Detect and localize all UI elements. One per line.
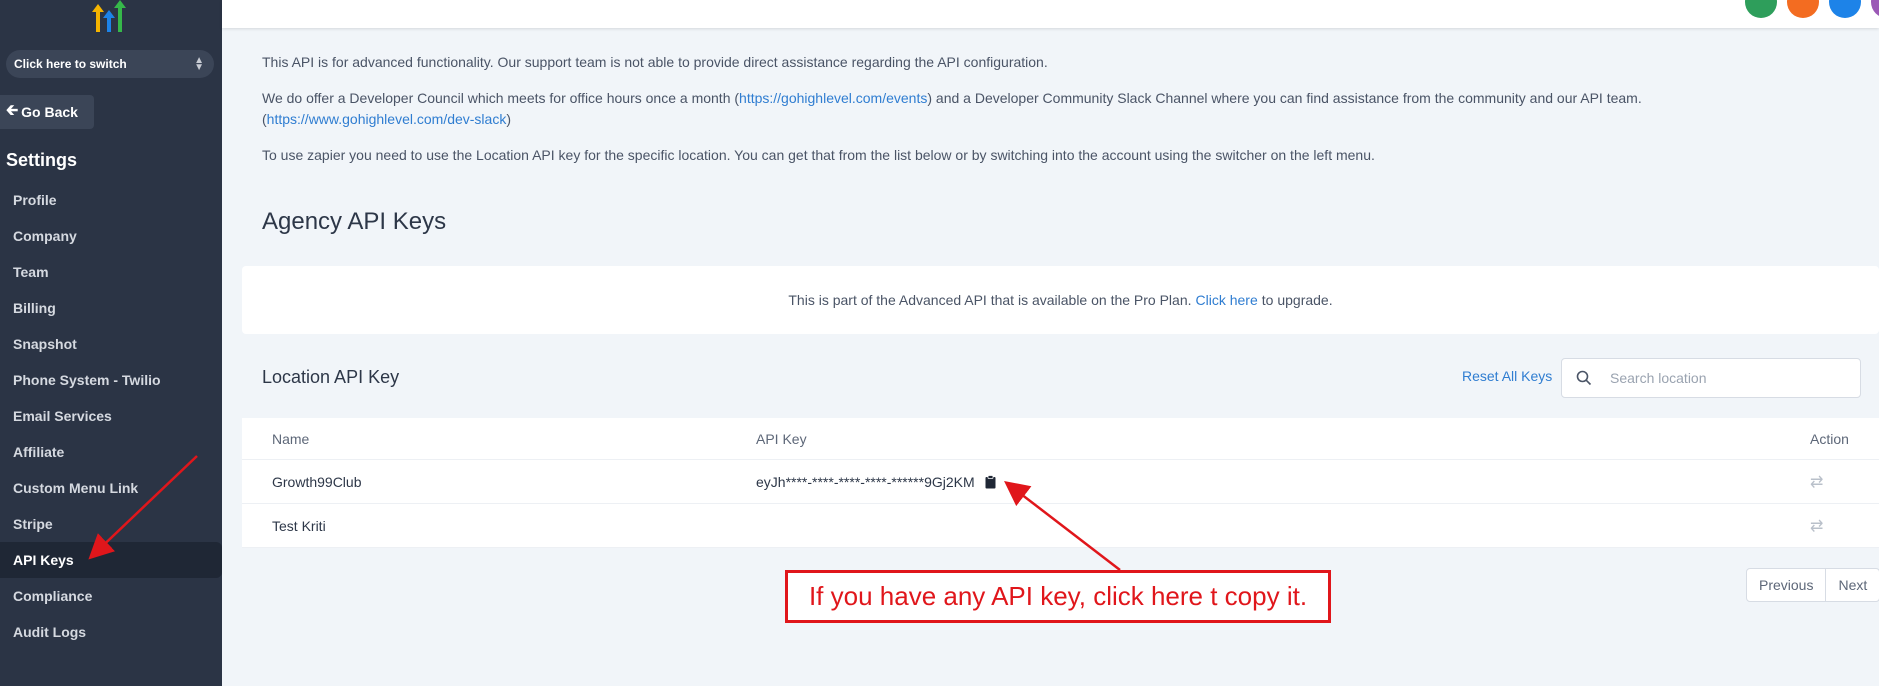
dev-slack-link[interactable]: https://www.gohighlevel.com/dev-slack — [267, 111, 507, 127]
go-back-label: Go Back — [21, 104, 78, 120]
app-logo[interactable] — [88, 0, 132, 34]
announcement-icon[interactable] — [1745, 0, 1777, 18]
previous-page-button[interactable]: Previous — [1747, 569, 1825, 601]
location-api-key-table: Name API Key Action Growth99Club eyJh***… — [242, 418, 1879, 548]
dev-council-text-b: ) and a Developer Community Slack Channe… — [927, 90, 1642, 106]
header-api-key: API Key — [756, 430, 807, 447]
dev-council-text-d: ) — [506, 111, 512, 127]
dev-council-text-a: We do offer a Developer Council which me… — [262, 90, 740, 106]
regenerate-key-icon[interactable]: ⇄ — [1810, 516, 1823, 536]
sidebar-item-billing[interactable]: Billing — [0, 290, 222, 326]
account-switcher-label: Click here to switch — [14, 57, 127, 71]
developer-council-text: We do offer a Developer Council which me… — [262, 88, 1662, 130]
sidebar-item-stripe[interactable]: Stripe — [0, 506, 222, 542]
pro-notice-text: This is part of the Advanced API that is… — [788, 292, 1192, 308]
sidebar-item-snapshot[interactable]: Snapshot — [0, 326, 222, 362]
next-page-button[interactable]: Next — [1825, 569, 1879, 601]
clipboard-icon[interactable] — [985, 474, 996, 489]
sidebar-item-audit-logs[interactable]: Audit Logs — [0, 614, 222, 650]
sidebar-item-phone-system-twilio[interactable]: Phone System - Twilio — [0, 362, 222, 398]
table-header: Name API Key Action — [242, 418, 1879, 460]
sidebar-item-compliance[interactable]: Compliance — [0, 578, 222, 614]
sidebar-item-custom-menu-link[interactable]: Custom Menu Link — [0, 470, 222, 506]
arrow-left-icon: 🡰 — [6, 101, 19, 119]
pagination: Previous Next — [1746, 568, 1879, 602]
agency-api-keys-heading: Agency API Keys — [262, 208, 447, 235]
settings-nav: Profile Company Team Billing Snapshot Phone S… — [0, 182, 222, 650]
pro-plan-notice: This is part of the Advanced API that is… — [242, 266, 1879, 334]
search-location-input[interactable] — [1606, 370, 1860, 386]
upgrade-link[interactable]: Click here — [1196, 292, 1258, 308]
pro-notice-suffix: to upgrade. — [1261, 292, 1333, 308]
location-search — [1561, 358, 1861, 398]
account-switcher[interactable]: Click here to switch ▲ ▼ — [6, 50, 214, 78]
notification-bell-icon[interactable] — [1787, 0, 1819, 18]
go-back-button[interactable]: 🡰 Go Back — [0, 95, 94, 129]
api-key-cell: eyJh****-****-****-****-******9Gj2KM — [756, 474, 996, 490]
top-bar — [222, 0, 1879, 28]
table-row: Test Kriti ⇄ — [242, 504, 1879, 548]
user-avatar[interactable] — [1871, 0, 1879, 18]
location-api-key-heading: Location API Key — [262, 367, 400, 387]
zapier-info-text: To use zapier you need to use the Locati… — [262, 147, 1375, 163]
api-key-value: eyJh****-****-****-****-******9Gj2KM — [756, 473, 975, 490]
location-name: Growth99Club — [272, 473, 362, 490]
regenerate-key-icon[interactable]: ⇄ — [1810, 472, 1823, 492]
sidebar-item-team[interactable]: Team — [0, 254, 222, 290]
sidebar-item-api-keys[interactable]: API Keys — [0, 542, 222, 578]
sidebar-item-affiliate[interactable]: Affiliate — [0, 434, 222, 470]
header-name: Name — [272, 430, 310, 447]
api-info-text: This API is for advanced functionality. … — [262, 54, 1048, 70]
sidebar-item-profile[interactable]: Profile — [0, 182, 222, 218]
location-name: Test Kriti — [272, 517, 326, 534]
settings-heading: Settings — [6, 150, 78, 170]
sort-arrows-icon: ▲ ▼ — [194, 55, 204, 73]
sidebar-item-company[interactable]: Company — [0, 218, 222, 254]
events-link[interactable]: https://gohighlevel.com/events — [739, 90, 927, 106]
help-icon[interactable] — [1829, 0, 1861, 18]
annotation-callout: If you have any API key, click here t co… — [785, 570, 1331, 623]
search-icon — [1562, 370, 1606, 386]
table-row: Growth99Club eyJh****-****-****-****-***… — [242, 460, 1879, 504]
header-action: Action — [1810, 430, 1849, 447]
sidebar-item-email-services[interactable]: Email Services — [0, 398, 222, 434]
sidebar: Click here to switch ▲ ▼ 🡰 Go Back Settin… — [0, 0, 222, 686]
reset-all-keys-link[interactable]: Reset All Keys — [1462, 368, 1552, 384]
